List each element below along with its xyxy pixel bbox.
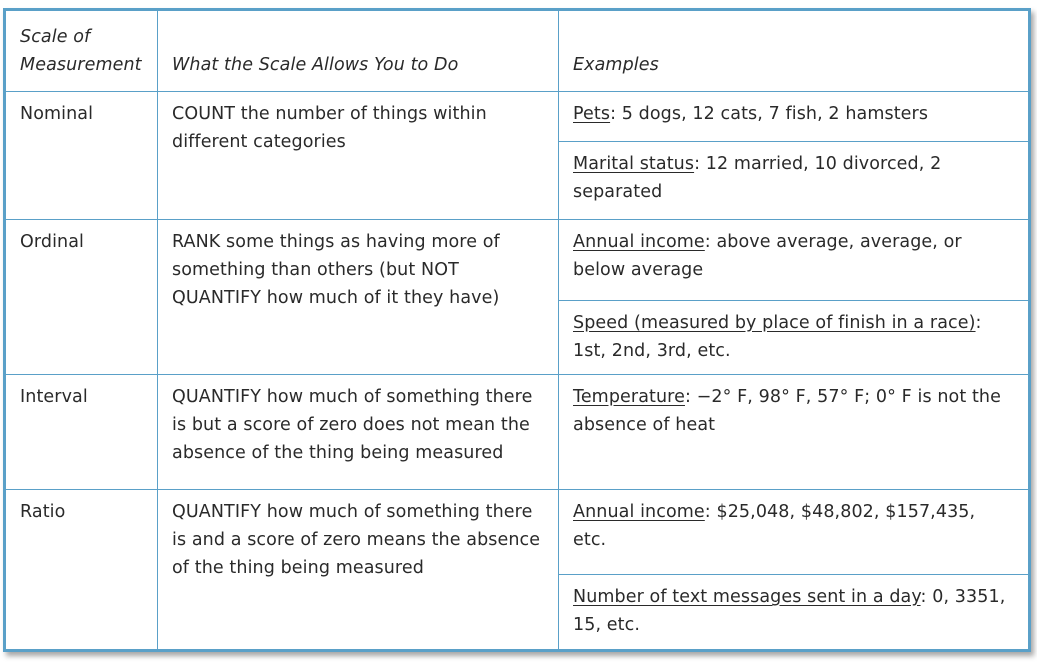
header-allows: What the Scale Allows You to Do (157, 9, 559, 93)
allows-cell: QUANTIFY how much of something there is … (157, 373, 559, 490)
example-cell: Speed (measured by place of finish in a … (558, 299, 1029, 375)
table-row-ordinal: Ordinal RANK some things as having more … (5, 218, 1029, 375)
table-header-row: Scale of Measurement What the Scale Allow… (5, 9, 1029, 93)
scale-cell: Interval (5, 373, 158, 490)
measurement-scales-table-frame: Scale of Measurement What the Scale Allow… (3, 8, 1031, 652)
header-examples: Examples (558, 9, 1029, 93)
header-scale: Scale of Measurement (5, 9, 158, 93)
example-label: Marital status (573, 153, 695, 174)
header-scale-line1: Scale of (20, 27, 91, 48)
example-label: Number of text messages sent in a day (573, 587, 921, 608)
table-row-nominal: Nominal COUNT the number of things withi… (5, 91, 1029, 220)
table-row-ratio: Ratio QUANTIFY how much of something the… (5, 488, 1029, 651)
example-cell: Pets: 5 dogs, 12 cats, 7 fish, 2 hamster… (558, 91, 1029, 142)
scale-cell: Nominal (5, 91, 158, 220)
example-cell: Annual income: above average, average, o… (558, 218, 1029, 301)
header-scale-line2: Measurement (20, 55, 142, 76)
example-label: Pets (573, 104, 611, 125)
scale-cell: Ratio (5, 488, 158, 651)
example-label: Temperature (573, 386, 685, 407)
table-row-interval: Interval QUANTIFY how much of something … (5, 373, 1029, 490)
example-cell: Marital status: 12 married, 10 divorced,… (558, 140, 1029, 220)
example-label: Annual income (573, 501, 705, 522)
example-cell: Temperature: −2° F, 98° F, 57° F; 0° F i… (558, 373, 1029, 490)
scale-cell: Ordinal (5, 218, 158, 375)
example-cell: Annual income: $25,048, $48,802, $157,43… (558, 488, 1029, 576)
example-text: : 5 dogs, 12 cats, 7 fish, 2 hamsters (610, 104, 929, 125)
example-label: Speed (measured by place of finish in a … (573, 312, 976, 333)
example-cell: Number of text messages sent in a day: 0… (558, 574, 1029, 650)
measurement-scales-table: Scale of Measurement What the Scale Allow… (5, 9, 1029, 651)
allows-cell: QUANTIFY how much of something there is … (157, 488, 559, 651)
allows-cell: RANK some things as having more of somet… (157, 218, 559, 375)
example-label: Annual income (573, 231, 705, 252)
allows-cell: COUNT the number of things within differ… (157, 91, 559, 220)
